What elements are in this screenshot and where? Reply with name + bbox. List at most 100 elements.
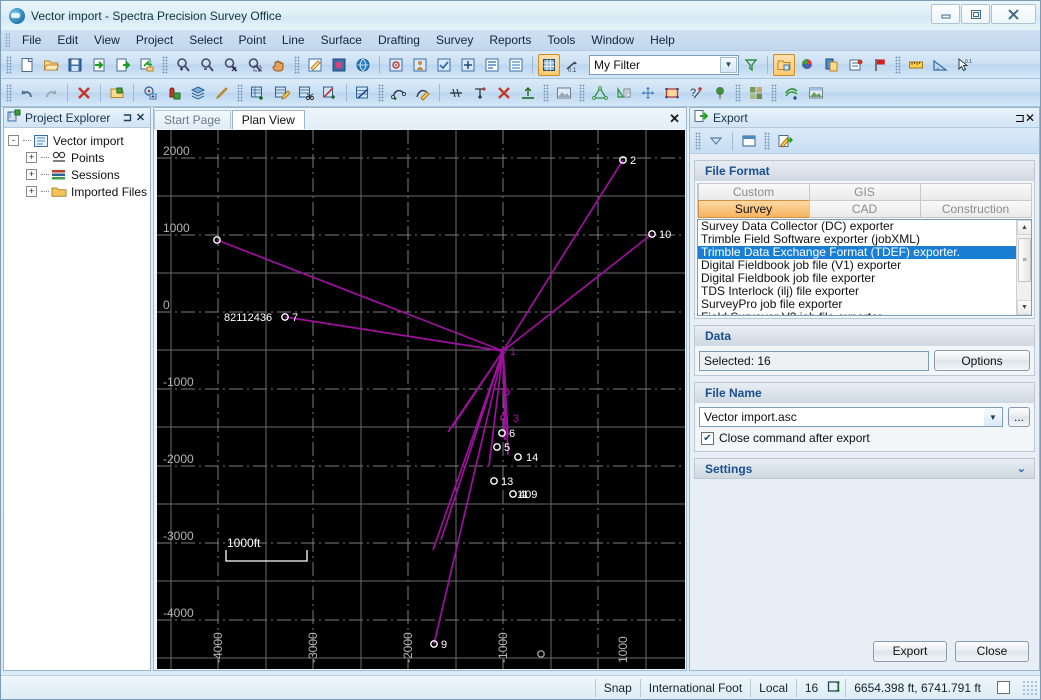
plan-view-canvas[interactable]: 2 10 82112436 7 1 3 6 5 14 13 409 11 9 2… xyxy=(157,130,685,669)
tab-plan-view[interactable]: Plan View xyxy=(232,110,305,129)
list-item[interactable]: Field Surveyor V2 job file exporter xyxy=(698,311,1031,316)
tiles-icon[interactable] xyxy=(745,82,767,104)
save-icon[interactable] xyxy=(64,54,86,76)
menu-select[interactable]: Select xyxy=(181,31,230,49)
menu-window[interactable]: Window xyxy=(583,31,642,49)
upload-icon[interactable] xyxy=(136,54,158,76)
query-icon[interactable]: ? xyxy=(685,82,707,104)
add-marker-icon[interactable] xyxy=(163,82,185,104)
layers-icon[interactable] xyxy=(187,82,209,104)
pencil-icon[interactable] xyxy=(211,82,233,104)
delete-x-icon[interactable] xyxy=(73,82,95,104)
chart-icon[interactable] xyxy=(805,82,827,104)
scrollbar-thumb[interactable]: ≡ xyxy=(1018,238,1031,282)
export-icon[interactable] xyxy=(112,54,134,76)
menu-point[interactable]: Point xyxy=(231,31,274,49)
format-tab-gis[interactable]: GIS xyxy=(809,183,921,201)
exporter-list[interactable]: Survey Data Collector (DC) exporter Trim… xyxy=(697,219,1032,316)
file-name-combo[interactable]: Vector import.asc ▼ xyxy=(699,407,1003,427)
tree-item-sessions[interactable]: + Sessions xyxy=(6,166,148,183)
menu-tools[interactable]: Tools xyxy=(539,31,583,49)
toolbar-grip-icon[interactable] xyxy=(378,84,384,102)
status-coordinate-system[interactable]: Local xyxy=(750,679,796,697)
toolbar-grip-icon[interactable] xyxy=(735,84,741,102)
export-button[interactable]: Export xyxy=(873,641,947,662)
chevron-down-icon[interactable]: ▼ xyxy=(984,407,1003,427)
zoom-in-icon[interactable] xyxy=(172,54,194,76)
ruler-icon[interactable] xyxy=(905,54,927,76)
menu-edit[interactable]: Edit xyxy=(49,31,86,49)
filter-funnel-icon[interactable] xyxy=(740,54,762,76)
toolbar-grip-icon[interactable] xyxy=(579,84,585,102)
close-icon[interactable]: ✕ xyxy=(1025,111,1035,125)
toolbar-grip-icon[interactable] xyxy=(6,56,12,74)
format-tab-construction[interactable]: Construction xyxy=(920,200,1032,218)
format-tab-survey[interactable]: Survey xyxy=(698,200,810,218)
window-icon[interactable] xyxy=(738,130,760,152)
tree-icon[interactable] xyxy=(709,82,731,104)
menu-drafting[interactable]: Drafting xyxy=(370,31,428,49)
tab-start-page[interactable]: Start Page xyxy=(154,110,231,129)
target-icon[interactable] xyxy=(385,54,407,76)
menu-survey[interactable]: Survey xyxy=(428,31,481,49)
exporter-list-scrollbar[interactable]: ▲ ≡ ▼ xyxy=(1016,220,1031,315)
view-cube-icon[interactable] xyxy=(328,54,350,76)
copy-icon[interactable] xyxy=(821,54,843,76)
toolbar-grip-icon[interactable] xyxy=(162,56,168,74)
chevron-down-icon[interactable]: ▼ xyxy=(720,57,737,73)
edit-export-icon[interactable] xyxy=(774,130,796,152)
cursor-precision-icon[interactable]: 0.1 xyxy=(953,54,975,76)
dropdown-icon[interactable] xyxy=(705,130,727,152)
toolbar-grip-icon[interactable] xyxy=(237,84,243,102)
folder-select-icon[interactable] xyxy=(773,54,795,76)
maximize-button[interactable] xyxy=(961,4,990,24)
undo-icon[interactable] xyxy=(16,82,38,104)
properties-icon[interactable] xyxy=(845,54,867,76)
expander-icon[interactable]: + xyxy=(26,186,37,197)
add-row-icon[interactable] xyxy=(247,82,269,104)
close-after-export-row[interactable]: ✔ Close command after export xyxy=(699,427,1030,447)
format-tab-custom[interactable]: Custom xyxy=(698,183,810,201)
status-toggle-box[interactable] xyxy=(997,681,1010,694)
vector-precision-icon[interactable]: 0.1 xyxy=(562,54,584,76)
grid-icon[interactable] xyxy=(538,54,560,76)
scroll-up-icon[interactable]: ▲ xyxy=(1017,220,1032,235)
filter-combo[interactable]: My Filter ▼ xyxy=(589,55,739,75)
triangle-icon[interactable] xyxy=(589,82,611,104)
menu-view[interactable]: View xyxy=(86,31,128,49)
open-job-icon[interactable] xyxy=(106,82,128,104)
menu-grip-icon[interactable] xyxy=(5,33,10,47)
menu-line[interactable]: Line xyxy=(274,31,313,49)
redo-icon[interactable] xyxy=(40,82,62,104)
delete-row-icon[interactable] xyxy=(352,82,374,104)
person-point-icon[interactable] xyxy=(409,54,431,76)
image-icon[interactable] xyxy=(553,82,575,104)
status-snap[interactable]: Snap xyxy=(595,679,640,697)
chevron-down-icon[interactable]: ⌄ xyxy=(1017,462,1026,475)
tree-item-points[interactable]: + Points xyxy=(6,149,148,166)
zoom-extents-icon[interactable] xyxy=(220,54,242,76)
offset-icon[interactable] xyxy=(445,82,467,104)
curve-icon[interactable] xyxy=(412,82,434,104)
angle-icon[interactable] xyxy=(929,54,951,76)
flag-icon[interactable] xyxy=(869,54,891,76)
surface-list-icon[interactable] xyxy=(613,82,635,104)
node-icon[interactable] xyxy=(469,82,491,104)
menu-surface[interactable]: Surface xyxy=(313,31,370,49)
close-after-export-checkbox[interactable]: ✔ xyxy=(701,432,714,445)
menu-reports[interactable]: Reports xyxy=(481,31,539,49)
insert-row-icon[interactable] xyxy=(319,82,341,104)
pin-icon[interactable]: ⊐ xyxy=(121,111,134,125)
toolbar-grip-icon[interactable] xyxy=(543,84,549,102)
report-icon[interactable] xyxy=(481,54,503,76)
menu-file[interactable]: File xyxy=(14,31,49,49)
expander-icon[interactable]: + xyxy=(26,169,37,180)
minimize-button[interactable] xyxy=(931,4,960,24)
options-button[interactable]: Options xyxy=(934,350,1030,371)
close-icon[interactable]: ✕ xyxy=(134,111,147,125)
extend-icon[interactable] xyxy=(517,82,539,104)
delete-node-icon[interactable] xyxy=(493,82,515,104)
close-button[interactable]: Close xyxy=(955,641,1029,662)
toolbar-grip-icon[interactable] xyxy=(695,132,701,150)
toolbar-grip-icon[interactable] xyxy=(6,84,12,102)
